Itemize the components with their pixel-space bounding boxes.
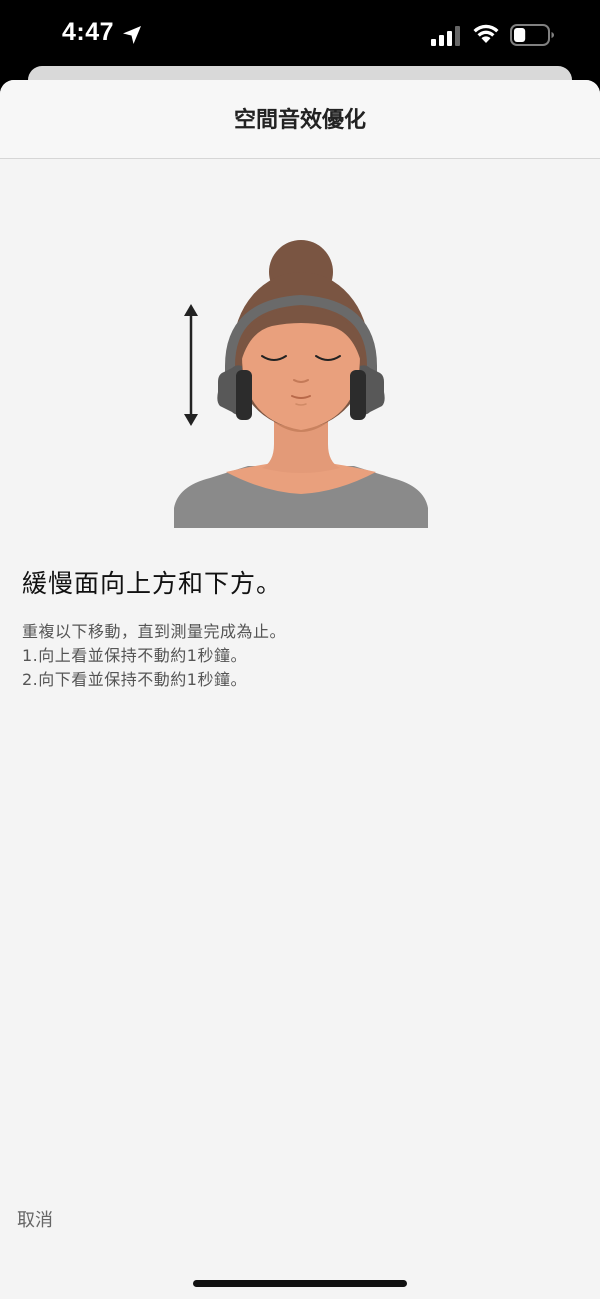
left-earpad — [236, 370, 252, 420]
home-indicator[interactable] — [193, 1280, 407, 1287]
instruction-line: 重複以下移動，直到測量完成為止。 — [22, 622, 287, 641]
status-time: 4:47 — [62, 18, 115, 46]
status-bar: 4:47 — [0, 0, 600, 70]
phone-screen: 4:47 空間音效優化 緩慢面向上方和下方。 重複以下移動，直到測量完成為止。 … — [0, 0, 600, 1299]
up-down-arrow-icon — [184, 304, 198, 426]
cellular-signal-icon — [431, 26, 460, 46]
sheet-header: 空間音效優化 — [0, 80, 600, 159]
instruction-line: 2.向下看並保持不動約1秒鐘。 — [22, 670, 247, 689]
page-title: 空間音效優化 — [233, 108, 366, 133]
wifi-icon — [473, 24, 499, 43]
instruction-list: 重複以下移動，直到測量完成為止。 1.向上看並保持不動約1秒鐘。 2.向下看並保… — [22, 620, 582, 692]
cancel-button[interactable]: 取消 — [17, 1206, 53, 1232]
location-arrow-icon — [123, 26, 141, 44]
battery-icon — [510, 24, 554, 46]
instruction-line: 1.向上看並保持不動約1秒鐘。 — [22, 646, 247, 665]
right-earpad — [350, 370, 366, 420]
modal-sheet: 空間音效優化 緩慢面向上方和下方。 重複以下移動，直到測量完成為止。 1.向上看… — [0, 80, 600, 1299]
head-tilt-up-down-illustration — [174, 240, 428, 528]
instruction-heading: 緩慢面向上方和下方。 — [22, 569, 283, 598]
